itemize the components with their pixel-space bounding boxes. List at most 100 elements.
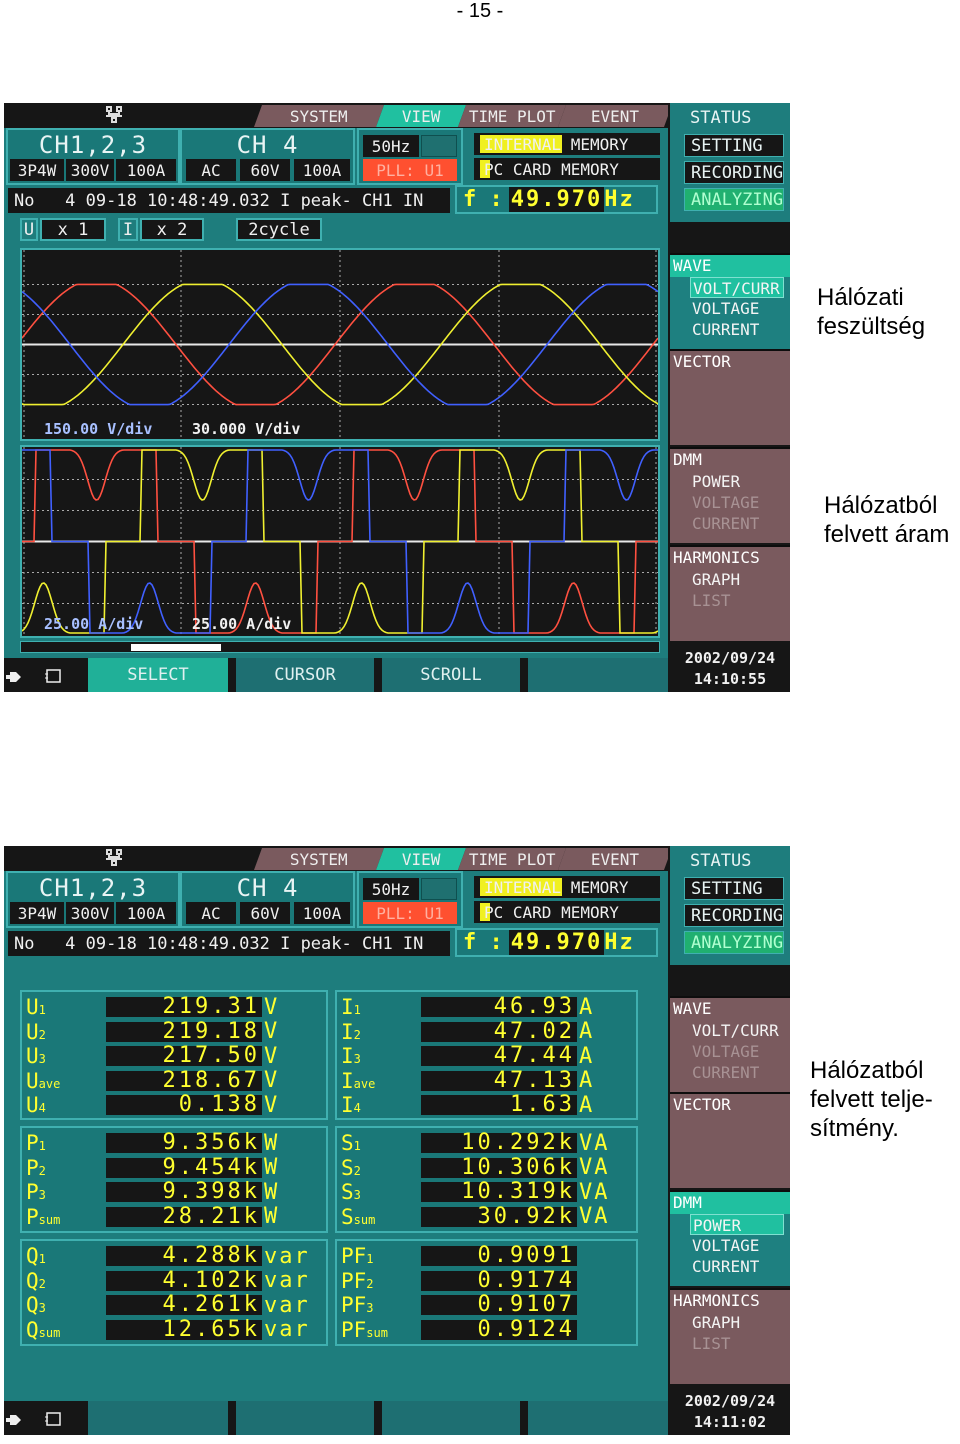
softkey-blank-2[interactable] <box>382 1401 520 1435</box>
zoom-cy[interactable]: 2cycle <box>236 218 322 241</box>
status-recording[interactable]: RECORDING <box>684 161 784 184</box>
time: 14:11:02 <box>693 1413 767 1431</box>
side-menu: STATUS SETTING RECORDING ANALYZING WAVE VOLT/… <box>668 846 790 1435</box>
memory-internal[interactable]: INTERNAL MEMORY <box>474 133 660 155</box>
channel-box-ch123[interactable]: CH1,2,3 3P4W 300V 100A <box>6 128 180 185</box>
menu-head[interactable]: DMM <box>670 449 790 471</box>
tab-label: EVENT <box>590 106 640 126</box>
network-icon <box>104 849 124 867</box>
memory-pc-card[interactable]: PC CARD MEMORY <box>474 901 660 923</box>
scroll-bar[interactable] <box>20 641 660 653</box>
menu-item-current[interactable]: CURRENT <box>690 1062 784 1083</box>
channel-setting[interactable]: 3P4W <box>10 902 64 924</box>
dmm-value: 0.9107 <box>421 1294 577 1316</box>
pll-source[interactable]: PLL: U1 <box>363 159 457 181</box>
memory-internal[interactable]: INTERNAL MEMORY <box>474 876 660 898</box>
menu-item-voltage[interactable]: VOLTAGE <box>690 1235 784 1256</box>
menu-head[interactable]: WAVE <box>670 255 790 277</box>
tab-label: SYSTEM <box>290 106 348 126</box>
nominal-frequency[interactable]: 50Hz <box>363 135 419 157</box>
menu-head[interactable]: DMM <box>670 1192 790 1214</box>
softkey-blank-3[interactable] <box>528 658 668 692</box>
status-recording[interactable]: RECORDING <box>684 904 784 927</box>
channel-box-ch4[interactable]: CH 4 AC 60V 100A <box>180 871 355 928</box>
nominal-frequency[interactable]: 50Hz <box>363 878 419 900</box>
channel-setting[interactable]: AC <box>186 159 236 181</box>
status-analyzing[interactable]: ANALYZING <box>684 188 784 211</box>
channel-setting[interactable]: 300V <box>66 902 114 924</box>
zoom-i[interactable]: I <box>118 218 138 241</box>
menu-item-volt-curr[interactable]: VOLT/CURR <box>690 1020 784 1041</box>
dmm-symbol: I <box>341 995 354 1019</box>
channel-setting[interactable]: 100A <box>294 159 350 181</box>
menu-item-current[interactable]: CURRENT <box>690 319 784 340</box>
softkey-blank-0[interactable] <box>88 1401 228 1435</box>
status-setting[interactable]: SETTING <box>684 877 784 900</box>
menu-item-list[interactable]: LIST <box>690 590 784 611</box>
menu-item-voltage[interactable]: VOLTAGE <box>690 1041 784 1062</box>
frequency-box[interactable]: 50Hz PLL: U1 <box>357 871 463 928</box>
tab-time-plot[interactable]: TIME PLOT <box>457 105 567 127</box>
softkey-cursor[interactable]: CURSOR <box>236 658 374 692</box>
menu-section-harmonics[interactable]: HARMONICS GRAPH LIST <box>670 1288 790 1384</box>
menu-section-wave[interactable]: WAVE VOLT/CURR VOLTAGE CURRENT <box>670 996 790 1092</box>
menu-head[interactable]: VECTOR <box>670 351 790 373</box>
tab-event[interactable]: EVENT <box>557 105 673 127</box>
menu-section-harmonics[interactable]: HARMONICS GRAPH LIST <box>670 545 790 641</box>
channel-setting[interactable]: 60V <box>240 159 290 181</box>
menu-item-volt-curr[interactable]: VOLT/CURR <box>690 277 784 298</box>
channel-setting[interactable]: 100A <box>294 902 350 924</box>
menu-head[interactable]: VECTOR <box>670 1094 790 1116</box>
channel-setting[interactable]: 3P4W <box>10 159 64 181</box>
menu-section-vector[interactable]: VECTOR <box>670 1092 790 1188</box>
menu-item-graph[interactable]: GRAPH <box>690 1312 784 1333</box>
zoom-uv[interactable]: x 1 <box>40 218 106 241</box>
scroll-thumb[interactable] <box>130 644 221 651</box>
menu-item-current[interactable]: CURRENT <box>690 1256 784 1277</box>
status-setting[interactable]: SETTING <box>684 134 784 157</box>
menu-head[interactable]: HARMONICS <box>670 547 790 569</box>
tab-time-plot[interactable]: TIME PLOT <box>457 848 567 870</box>
dmm-unit: W <box>264 1204 280 1230</box>
tab-system[interactable]: SYSTEM <box>253 848 385 870</box>
menu-section-wave[interactable]: WAVE VOLT/CURR VOLTAGE CURRENT <box>670 253 790 349</box>
menu-section-dmm[interactable]: DMM POWER VOLTAGE CURRENT <box>670 447 790 543</box>
channel-setting[interactable]: 60V <box>240 902 290 924</box>
tab-view[interactable]: VIEW <box>375 105 467 127</box>
zoom-iv[interactable]: x 2 <box>140 218 204 241</box>
channel-box-ch123[interactable]: CH1,2,3 3P4W 300V 100A <box>6 871 180 928</box>
channel-setting[interactable]: 300V <box>66 159 114 181</box>
tab-view[interactable]: VIEW <box>375 848 467 870</box>
menu-item-current[interactable]: CURRENT <box>690 513 784 534</box>
menu-item-power[interactable]: POWER <box>690 1214 784 1235</box>
dmm-symbol: Q <box>26 1317 39 1342</box>
menu-item-graph[interactable]: GRAPH <box>690 569 784 590</box>
caption-voltage: Hálózati feszültség <box>817 284 926 340</box>
menu-section-dmm[interactable]: DMM POWER VOLTAGE CURRENT <box>670 1190 790 1286</box>
dmm-value: 0.9124 <box>421 1318 577 1340</box>
menu-item-voltage[interactable]: VOLTAGE <box>690 492 784 513</box>
channel-setting[interactable]: 100A <box>116 902 176 924</box>
tab-system[interactable]: SYSTEM <box>253 105 385 127</box>
zoom-u[interactable]: U <box>20 218 38 241</box>
menu-item-voltage[interactable]: VOLTAGE <box>690 298 784 319</box>
frequency-box[interactable]: 50Hz PLL: U1 <box>357 128 463 185</box>
softkey-select[interactable]: SELECT <box>88 658 228 692</box>
menu-head[interactable]: HARMONICS <box>670 1290 790 1312</box>
menu-section-vector[interactable]: VECTOR <box>670 349 790 445</box>
menu-head[interactable]: WAVE <box>670 998 790 1020</box>
softkey-blank-3[interactable] <box>528 1401 668 1435</box>
channel-box-ch4[interactable]: CH 4 AC 60V 100A <box>180 128 355 185</box>
pll-source[interactable]: PLL: U1 <box>363 902 457 924</box>
analyzer-screen-waveform: SYSTEM VIEW TIME PLOT EVENT CH1,2,3 3P4W 300V 1… <box>4 103 790 692</box>
softkey-blank-1[interactable] <box>236 1401 374 1435</box>
memory-pc-card[interactable]: PC CARD MEMORY <box>474 158 660 180</box>
menu-item-list[interactable]: LIST <box>690 1333 784 1354</box>
status-analyzing[interactable]: ANALYZING <box>684 931 784 954</box>
softkey-scroll[interactable]: SCROLL <box>382 658 520 692</box>
tab-event[interactable]: EVENT <box>557 848 673 870</box>
channel-setting[interactable]: 100A <box>116 159 176 181</box>
channel-setting[interactable]: AC <box>186 902 236 924</box>
frequency-unit: Hz <box>604 187 635 212</box>
menu-item-power[interactable]: POWER <box>690 471 784 492</box>
